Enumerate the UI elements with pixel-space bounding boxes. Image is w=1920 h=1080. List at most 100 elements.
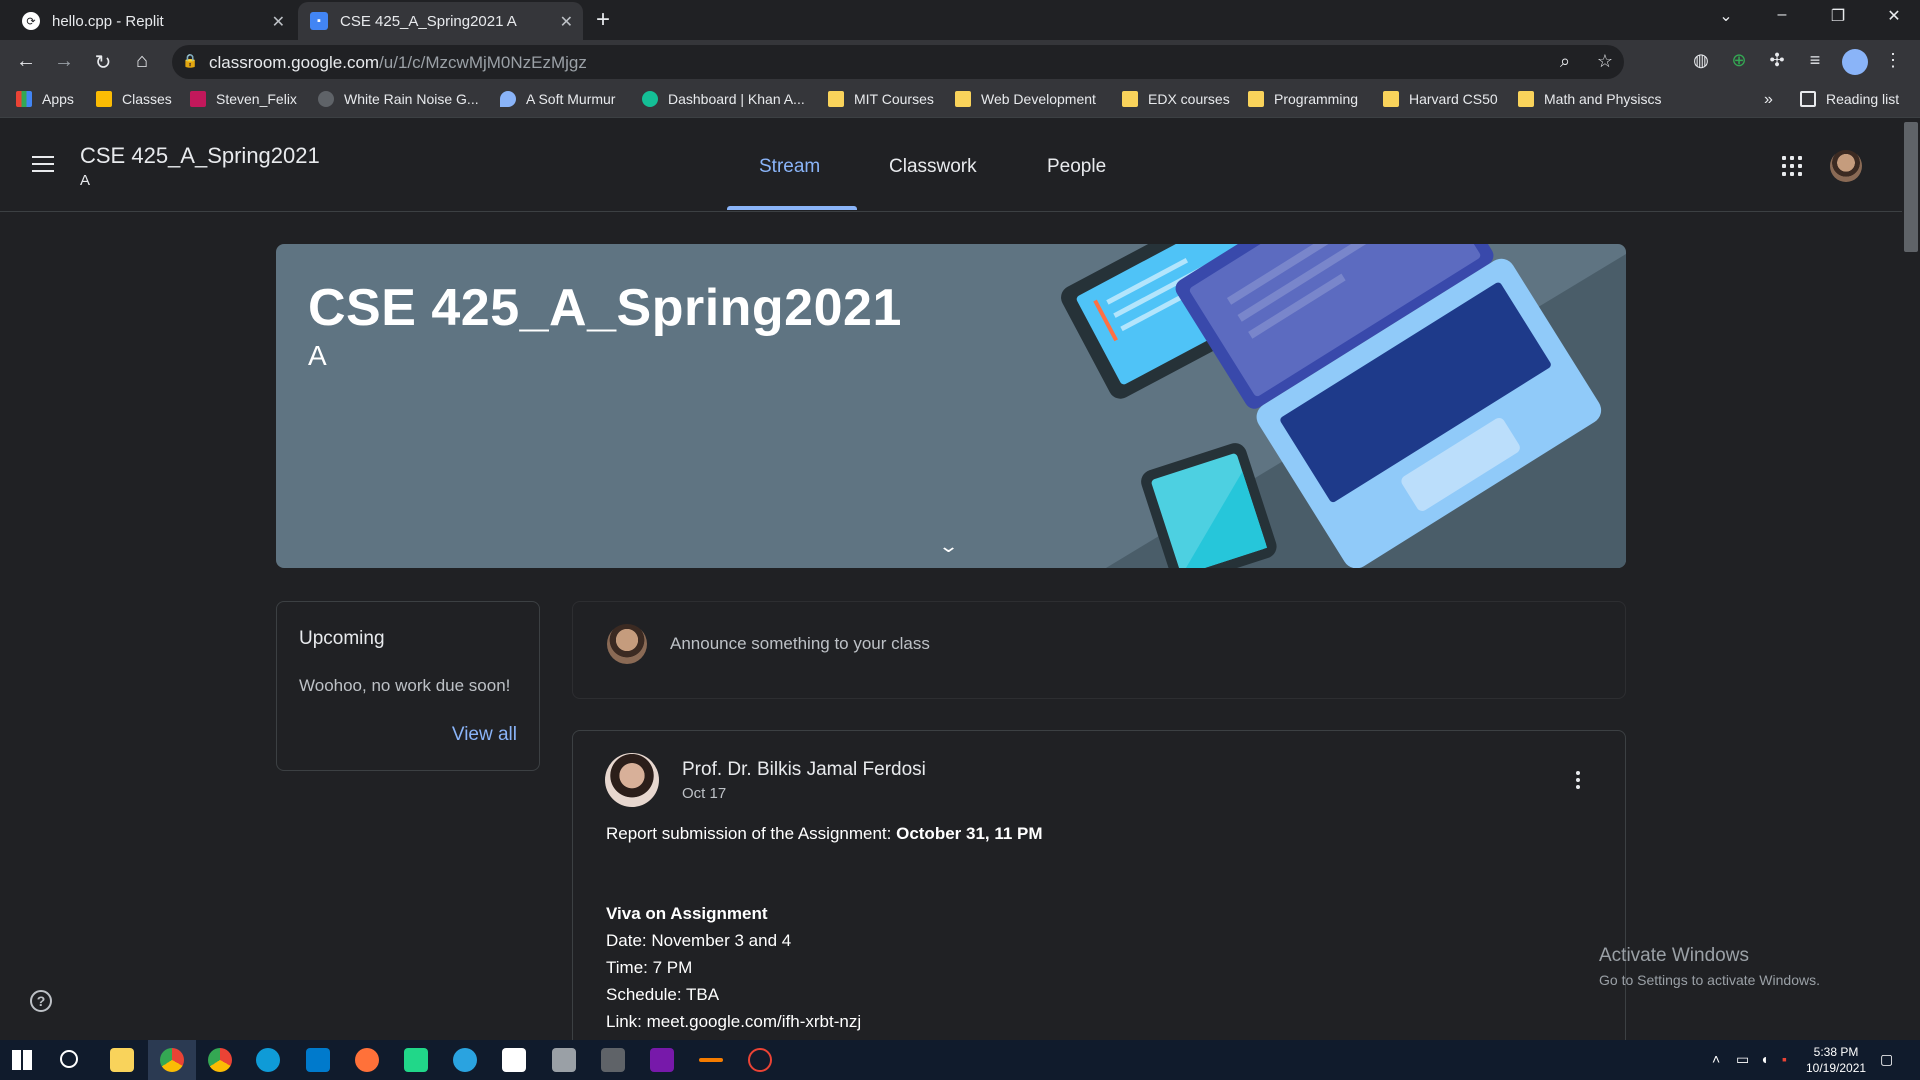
url-text[interactable]: classroom.google.com/u/1/c/MzcwMjM0NzEzM… [209,53,587,73]
classroom-icon [96,91,112,107]
bookmark-classes[interactable]: Classes [96,91,172,107]
puzzle-icon[interactable]: ✣ [1764,50,1790,71]
post-line-schedule: Schedule: TBA [606,985,720,1004]
bookmark-khan[interactable]: Dashboard | Khan A... [642,91,805,107]
file-explorer-icon[interactable] [110,1048,134,1072]
new-tab-button[interactable]: + [596,8,610,32]
khan-icon [642,91,658,107]
settings-gear-icon[interactable] [748,1048,772,1072]
chrome-icon[interactable] [160,1048,184,1072]
telegram-icon[interactable] [453,1048,477,1072]
home-icon[interactable]: ⌂ [128,50,156,73]
bookmark-mit[interactable]: MIT Courses [828,91,934,107]
more-options-icon[interactable] [1576,771,1580,792]
volume-icon[interactable]: ◖ [1760,1051,1768,1067]
tab-search-icon[interactable]: ⌄ [1706,6,1746,26]
hamburger-menu-icon[interactable] [32,156,54,177]
active-tab-indicator [727,206,857,210]
browser-tab-replit[interactable]: ⟳ hello.cpp - Replit ✕ [10,2,295,40]
bookmark-steven-felix[interactable]: Steven_Felix [190,91,297,107]
apps-grid-icon [16,91,32,107]
back-icon[interactable]: ← [12,50,40,73]
search-icon[interactable] [60,1050,78,1068]
bookmark-apps[interactable]: Apps [16,91,74,107]
chrome-alt-icon[interactable] [208,1048,232,1072]
forward-icon[interactable]: → [50,50,78,73]
bookmark-math-physics[interactable]: Math and Physiscs [1518,91,1662,107]
google-apps-icon[interactable] [1782,156,1802,176]
edge-icon[interactable] [256,1048,280,1072]
pycharm-icon[interactable] [404,1048,428,1072]
windows-start-icon[interactable] [12,1050,32,1070]
restore-button[interactable]: ❐ [1818,6,1858,26]
bookmark-web-dev[interactable]: Web Development [955,91,1096,107]
media-icon[interactable]: ≡ [1802,50,1828,71]
minimize-button[interactable]: – [1762,6,1802,24]
firefox-icon[interactable] [355,1048,379,1072]
notifications-icon[interactable]: ▢ [1880,1051,1893,1068]
post-date: Oct 17 [682,785,727,802]
stream-post: Prof. Dr. Bilkis Jamal Ferdosi Oct 17 Re… [572,730,1626,1050]
reload-icon[interactable]: ↻ [89,50,117,75]
bookmark-star-icon[interactable]: ☆ [1592,51,1618,72]
classroom-header: CSE 425_A_Spring2021 A Stream Classwork … [0,118,1920,212]
zoom-icon[interactable]: ⌕ [1552,51,1578,72]
post-line-date: Date: November 3 and 4 [606,931,792,950]
replit-icon: ⟳ [22,12,40,30]
post-line-link[interactable]: Link: meet.google.com/ifh-xrbt-nzj [606,1012,861,1032]
upcoming-title: Upcoming [299,628,385,649]
reading-list-button[interactable]: Reading list [1800,91,1899,107]
notion-icon[interactable] [502,1048,526,1072]
bookmarks-overflow-button[interactable]: » [1764,91,1773,109]
sublime-icon[interactable] [699,1058,723,1062]
view-all-link[interactable]: View all [452,724,517,746]
browser-tab-classroom[interactable]: ▪ CSE 425_A_Spring2021 A ✕ [298,2,583,40]
network-icon[interactable]: ▭ [1736,1051,1749,1068]
activate-windows-title: Activate Windows [1599,945,1749,966]
onenote-icon[interactable] [650,1048,674,1072]
bookmark-programming[interactable]: Programming [1248,91,1358,107]
scrollbar-thumb[interactable] [1904,122,1918,252]
chevron-down-icon[interactable]: ⌄ [938,536,959,557]
lock-icon: 🔒 [182,53,199,68]
noise-icon [318,91,334,107]
account-avatar[interactable] [1830,150,1862,182]
post-viva-heading: Viva on Assignment [606,904,768,923]
help-icon[interactable]: ? [30,990,52,1012]
bookmark-soft-murmur[interactable]: A Soft Murmur [500,91,615,107]
address-bar[interactable]: 🔒 classroom.google.com/u/1/c/MzcwMjM0NzE… [172,45,1624,79]
droplet-icon [500,91,516,107]
class-title[interactable]: CSE 425_A_Spring2021 [80,143,320,169]
announce-placeholder[interactable]: Announce something to your class [670,634,930,654]
tab-classwork[interactable]: Classwork [889,156,977,178]
uva-icon [190,91,206,107]
close-tab-icon[interactable]: ✕ [272,12,285,32]
folder-icon [1383,91,1399,107]
banner-title: CSE 425_A_Spring2021 [308,279,902,337]
folder-icon [1122,91,1138,107]
vscode-icon[interactable] [306,1048,330,1072]
post-line-time: Time: 7 PM [606,958,693,977]
kebab-menu-icon[interactable]: ⋮ [1880,50,1906,71]
tray-app-icon[interactable]: ▪ [1782,1051,1787,1067]
tab-stream[interactable]: Stream [759,156,820,178]
bookmark-cs50[interactable]: Harvard CS50 [1383,91,1498,107]
tab-people[interactable]: People [1047,156,1106,178]
app-icon[interactable] [552,1048,576,1072]
bookmark-edx[interactable]: EDX courses [1122,91,1230,107]
close-tab-icon[interactable]: ✕ [560,12,573,32]
reading-list-icon [1800,91,1816,107]
extension-plus-icon[interactable]: ⊕ [1726,50,1752,71]
calculator-icon[interactable] [601,1048,625,1072]
announce-box[interactable]: Announce something to your class [572,601,1626,699]
taskbar-clock[interactable]: 5:38 PM 10/19/2021 [1806,1044,1866,1076]
windows-taskbar: ˄ ▭ ◖ ▪ 5:38 PM 10/19/2021 ▢ [0,1040,1920,1080]
banner-section: A [308,340,327,371]
tray-chevron-icon[interactable]: ˄ [1712,1051,1720,1067]
bookmark-white-rain[interactable]: White Rain Noise G... [318,91,479,107]
scrollbar-track[interactable] [1902,118,1920,1040]
close-window-button[interactable]: ✕ [1874,6,1914,26]
extension-icon[interactable]: ◍ [1688,50,1714,71]
profile-icon[interactable] [1842,49,1868,75]
avatar [607,624,647,664]
